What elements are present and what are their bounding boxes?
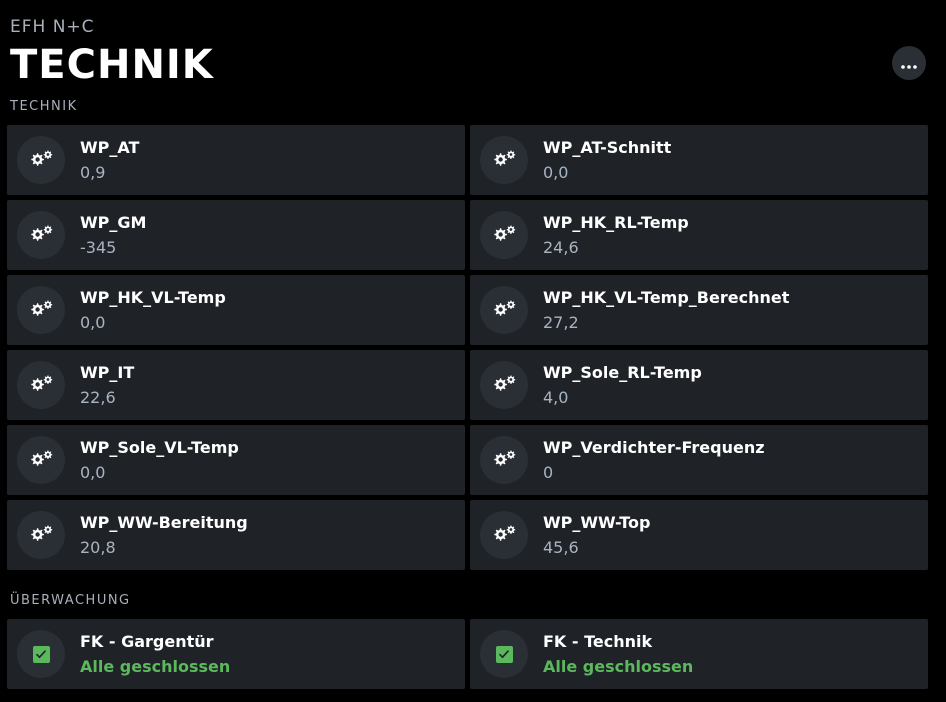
tile-name: WP_AT-Schnitt [543, 138, 672, 157]
technik-tile-grid: WP_AT 0,9 WP_AT-Schnitt 0,0 WP_GM -345 WP_H… [7, 125, 928, 570]
tile-name: WP_WW-Bereitung [80, 513, 248, 532]
tile-wp-sole-vl-temp[interactable]: WP_Sole_VL-Temp 0,0 [7, 425, 465, 495]
checkbox-checked-icon[interactable] [17, 630, 65, 678]
gear-icon[interactable] [17, 436, 65, 484]
tile-name: FK - Gargentür [80, 632, 214, 651]
tile-wp-hk-vl-temp-berechnet[interactable]: WP_HK_VL-Temp_Berechnet 27,2 [470, 275, 928, 345]
tile-value: 27,2 [543, 313, 579, 332]
tile-value: -345 [80, 238, 117, 257]
page-title: TECHNIK [10, 42, 214, 88]
tile-value: 4,0 [543, 388, 569, 407]
tile-name: WP_AT [80, 138, 140, 157]
tile-wp-at[interactable]: WP_AT 0,9 [7, 125, 465, 195]
tile-fk-technik[interactable]: FK - Technik Alle geschlossen [470, 619, 928, 689]
breadcrumb[interactable]: EFH N+C [10, 17, 95, 37]
gear-icon[interactable] [480, 361, 528, 409]
tile-name: WP_Sole_VL-Temp [80, 438, 239, 457]
tile-name: WP_HK_RL-Temp [543, 213, 689, 232]
gear-icon[interactable] [480, 136, 528, 184]
tile-wp-verdichter-frequenz[interactable]: WP_Verdichter-Frequenz 0 [470, 425, 928, 495]
gear-icon[interactable] [17, 361, 65, 409]
more-horizontal-icon [901, 54, 917, 73]
gear-icon[interactable] [480, 436, 528, 484]
tile-name: WP_HK_VL-Temp_Berechnet [543, 288, 790, 307]
tile-wp-hk-vl-temp[interactable]: WP_HK_VL-Temp 0,0 [7, 275, 465, 345]
tile-value: 45,6 [543, 538, 579, 557]
tile-value: 0 [543, 463, 554, 482]
ueberwachung-tile-grid: FK - Gargentür Alle geschlossen FK - Tech… [7, 619, 928, 689]
status-text: Alle geschlossen [80, 657, 231, 676]
tile-wp-ww-top[interactable]: WP_WW-Top 45,6 [470, 500, 928, 570]
tile-name: WP_Sole_RL-Temp [543, 363, 702, 382]
tile-wp-it[interactable]: WP_IT 22,6 [7, 350, 465, 420]
tile-value: 20,8 [80, 538, 116, 557]
section-label-technik: TECHNIK [10, 99, 78, 114]
tile-name: WP_IT [80, 363, 135, 382]
status-text: Alle geschlossen [543, 657, 694, 676]
gear-icon[interactable] [17, 286, 65, 334]
tile-value: 0,9 [80, 163, 106, 182]
gear-icon[interactable] [17, 211, 65, 259]
tile-wp-hk-rl-temp[interactable]: WP_HK_RL-Temp 24,6 [470, 200, 928, 270]
gear-icon[interactable] [480, 286, 528, 334]
more-options-button[interactable] [892, 46, 926, 80]
gear-icon[interactable] [17, 136, 65, 184]
tile-value: 0,0 [80, 313, 106, 332]
section-label-ueberwachung: ÜBERWACHUNG [10, 593, 131, 608]
checkbox-checked-icon[interactable] [480, 630, 528, 678]
tile-wp-sole-rl-temp[interactable]: WP_Sole_RL-Temp 4,0 [470, 350, 928, 420]
gear-icon[interactable] [480, 211, 528, 259]
tile-wp-ww-bereitung[interactable]: WP_WW-Bereitung 20,8 [7, 500, 465, 570]
tile-value: 22,6 [80, 388, 116, 407]
gear-icon[interactable] [480, 511, 528, 559]
tile-name: FK - Technik [543, 632, 653, 651]
gear-icon[interactable] [17, 511, 65, 559]
tile-wp-at-schnitt[interactable]: WP_AT-Schnitt 0,0 [470, 125, 928, 195]
tile-value: 0,0 [543, 163, 569, 182]
tile-wp-gm[interactable]: WP_GM -345 [7, 200, 465, 270]
tile-value: 0,0 [80, 463, 106, 482]
page: EFH N+C TECHNIK TECHNIK WP_AT 0,9 WP_AT-S… [0, 0, 946, 702]
tile-name: WP_GM [80, 213, 147, 232]
tile-name: WP_Verdichter-Frequenz [543, 438, 765, 457]
tile-fk-gargentuer[interactable]: FK - Gargentür Alle geschlossen [7, 619, 465, 689]
tile-name: WP_WW-Top [543, 513, 651, 532]
tile-value: 24,6 [543, 238, 579, 257]
tile-name: WP_HK_VL-Temp [80, 288, 226, 307]
